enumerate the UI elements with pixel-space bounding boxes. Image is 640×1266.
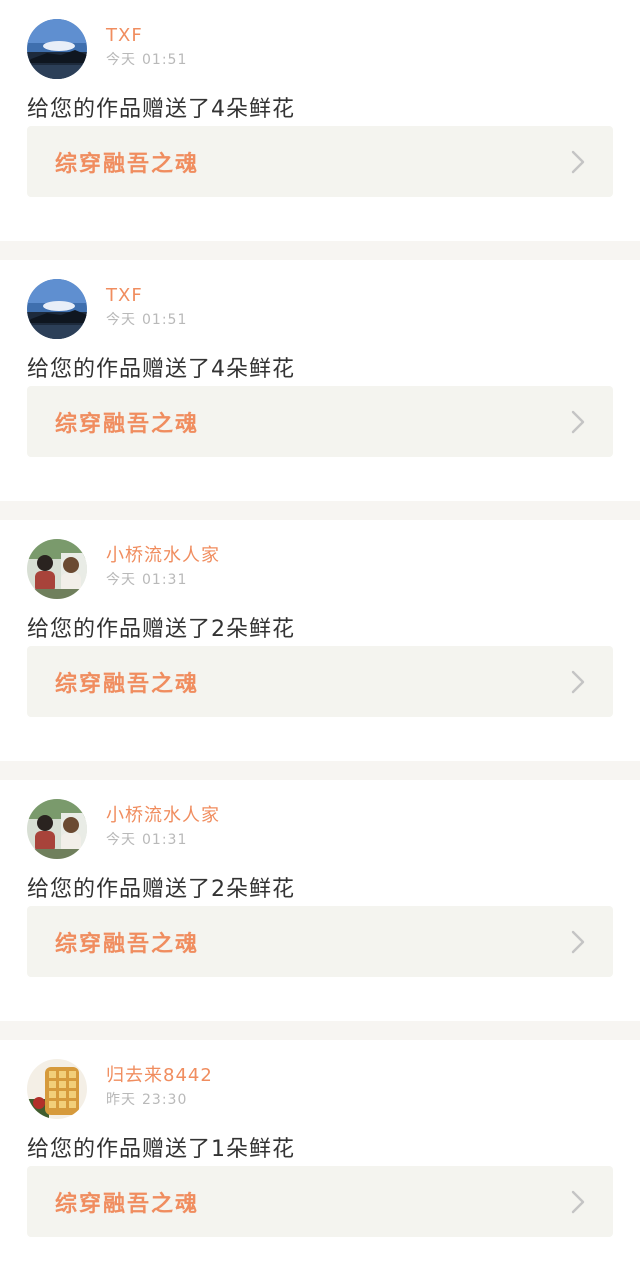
notification-message: 给您的作品赠送了2朵鲜花 (27, 877, 295, 902)
timestamp-day: 今天 (106, 52, 136, 68)
notification-meta: TXF 今天 01:51 (106, 279, 187, 329)
avatar[interactable] (27, 539, 87, 599)
timestamp-time: 23:30 (142, 1092, 188, 1108)
timestamp: 今天 01:51 (106, 51, 187, 69)
work-link[interactable]: 综穿融吾之魂 (27, 126, 613, 197)
timestamp-time: 01:51 (142, 312, 188, 328)
notification-meta: 小桥流水人家 今天 01:31 (106, 539, 220, 589)
chevron-right-icon (571, 410, 585, 433)
timestamp: 今天 01:51 (106, 311, 187, 329)
notification-header: 归去来8442 昨天 23:30 (27, 1059, 613, 1119)
timestamp-time: 01:51 (142, 52, 188, 68)
user-name[interactable]: 小桥流水人家 (106, 545, 220, 567)
notification-meta: TXF 今天 01:51 (106, 19, 187, 69)
timestamp-day: 今天 (106, 832, 136, 848)
timestamp-time: 01:31 (142, 832, 188, 848)
user-name[interactable]: 小桥流水人家 (106, 805, 220, 827)
user-name[interactable]: 归去来8442 (106, 1065, 213, 1087)
notification-message: 给您的作品赠送了2朵鲜花 (27, 617, 295, 642)
avatar[interactable] (27, 1059, 87, 1119)
notification-card: 小桥流水人家 今天 01:31 给您的作品赠送了2朵鲜花 综穿融吾之魂 (0, 780, 640, 1021)
notification-card: 小桥流水人家 今天 01:31 给您的作品赠送了2朵鲜花 综穿融吾之魂 (0, 520, 640, 761)
notification-meta: 小桥流水人家 今天 01:31 (106, 799, 220, 849)
notification-header: TXF 今天 01:51 (27, 19, 613, 79)
chevron-right-icon (571, 670, 585, 693)
work-title: 综穿融吾之魂 (55, 151, 200, 177)
notification-card: TXF 今天 01:51 给您的作品赠送了4朵鲜花 综穿融吾之魂 (0, 260, 640, 501)
work-link[interactable]: 综穿融吾之魂 (27, 646, 613, 717)
notification-header: 小桥流水人家 今天 01:31 (27, 539, 613, 599)
work-link[interactable]: 综穿融吾之魂 (27, 386, 613, 457)
chevron-right-icon (571, 930, 585, 953)
work-title: 综穿融吾之魂 (55, 411, 200, 437)
work-title: 综穿融吾之魂 (55, 931, 200, 957)
notification-header: TXF 今天 01:51 (27, 279, 613, 339)
notification-card: TXF 今天 01:51 给您的作品赠送了4朵鲜花 综穿融吾之魂 (0, 0, 640, 241)
work-title: 综穿融吾之魂 (55, 1191, 200, 1217)
avatar[interactable] (27, 279, 87, 339)
timestamp-day: 今天 (106, 312, 136, 328)
notification-message: 给您的作品赠送了1朵鲜花 (27, 1137, 295, 1162)
user-name[interactable]: TXF (106, 285, 187, 307)
timestamp: 今天 01:31 (106, 571, 220, 589)
work-title: 综穿融吾之魂 (55, 671, 200, 697)
work-link[interactable]: 综穿融吾之魂 (27, 1166, 613, 1237)
work-link[interactable]: 综穿融吾之魂 (27, 906, 613, 977)
chevron-right-icon (571, 150, 585, 173)
avatar[interactable] (27, 799, 87, 859)
timestamp-day: 昨天 (106, 1092, 136, 1108)
notification-feed: TXF 今天 01:51 给您的作品赠送了4朵鲜花 综穿融吾之魂 TXF 今天 … (0, 0, 640, 1266)
avatar[interactable] (27, 19, 87, 79)
notification-message: 给您的作品赠送了4朵鲜花 (27, 97, 295, 122)
timestamp: 今天 01:31 (106, 831, 220, 849)
timestamp: 昨天 23:30 (106, 1091, 213, 1109)
chevron-right-icon (571, 1190, 585, 1213)
timestamp-day: 今天 (106, 572, 136, 588)
timestamp-time: 01:31 (142, 572, 188, 588)
notification-message: 给您的作品赠送了4朵鲜花 (27, 357, 295, 382)
user-name[interactable]: TXF (106, 25, 187, 47)
notification-header: 小桥流水人家 今天 01:31 (27, 799, 613, 859)
notification-card: 归去来8442 昨天 23:30 给您的作品赠送了1朵鲜花 综穿融吾之魂 (0, 1040, 640, 1266)
notification-meta: 归去来8442 昨天 23:30 (106, 1059, 213, 1109)
